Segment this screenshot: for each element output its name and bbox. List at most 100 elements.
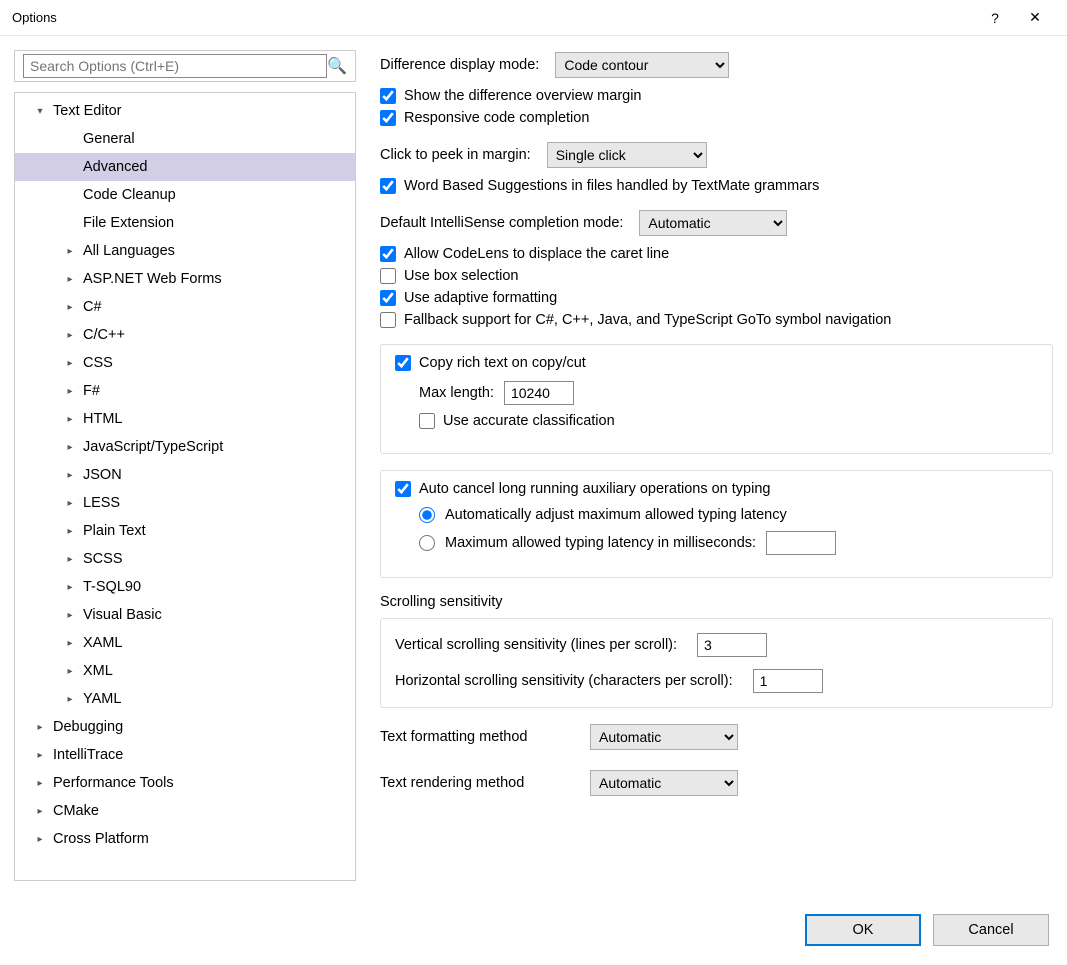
tree-item[interactable]: Advanced (15, 153, 355, 181)
tree-item-label: YAML (83, 691, 121, 707)
tree-item[interactable]: ▸ XML (15, 657, 355, 685)
latency-max-input[interactable] (766, 531, 836, 555)
box-selection-check[interactable] (380, 268, 396, 284)
box-selection-label: Use box selection (404, 268, 518, 284)
diff-mode-select[interactable]: Code contour (555, 52, 729, 78)
tree-item[interactable]: Code Cleanup (15, 181, 355, 209)
click-peek-select[interactable]: Single click (547, 142, 707, 168)
tree[interactable]: ▾Text Editor General AdvancedCode CleanupF… (15, 93, 355, 880)
adaptive-formatting-check[interactable] (380, 290, 396, 306)
search-input[interactable] (23, 54, 327, 78)
latency-max-radio[interactable] (419, 535, 435, 551)
tree-item[interactable]: ▸LESS (15, 489, 355, 517)
tree-item[interactable]: ▸CSS (15, 349, 355, 377)
expander-icon[interactable]: ▸ (63, 414, 77, 425)
tree-item[interactable]: ▸Plain Text (15, 517, 355, 545)
tree-item-label: HTML (83, 411, 122, 427)
tree-item[interactable]: ▸SCSS (15, 545, 355, 573)
max-length-input[interactable] (504, 381, 574, 405)
expander-icon[interactable]: ▸ (33, 834, 47, 845)
text-render-label: Text rendering method (380, 775, 574, 791)
tree-item[interactable]: ▸ Debugging (15, 713, 355, 741)
expander-icon[interactable]: ▸ (63, 638, 77, 649)
settings-panel: Difference display mode: Code contour Sh… (372, 50, 1053, 881)
tree-item-label: XML (83, 663, 113, 679)
tree-item-label: JavaScript/TypeScript (83, 439, 223, 455)
expander-icon[interactable]: ▸ (33, 750, 47, 761)
expander-icon[interactable]: ▸ (63, 582, 77, 593)
text-render-select[interactable]: Automatic (590, 770, 738, 796)
tree-item[interactable]: ▸Cross Platform (15, 825, 355, 853)
latency-auto-radio[interactable] (419, 507, 435, 523)
expander-icon[interactable]: ▸ (63, 694, 77, 705)
tree-item[interactable]: ▸T-SQL90 (15, 573, 355, 601)
tree-item-label: IntelliTrace (53, 747, 123, 763)
word-based-label: Word Based Suggestions in files handled … (404, 178, 819, 194)
show-diff-margin-check[interactable] (380, 88, 396, 104)
expander-icon[interactable]: ▸ (63, 554, 77, 565)
tree-item[interactable]: ▸F# (15, 377, 355, 405)
tree-item[interactable]: ▸ XAML (15, 629, 355, 657)
copy-rich-check[interactable] (395, 355, 411, 371)
expander-icon[interactable]: ▸ (63, 330, 77, 341)
ok-button[interactable]: OK (805, 914, 921, 946)
help-button[interactable]: ? (975, 10, 1015, 26)
tree-item-label: Debugging (53, 719, 123, 735)
intellisense-select[interactable]: Automatic (639, 210, 787, 236)
expander-icon[interactable]: ▸ (63, 246, 77, 257)
tree-item[interactable]: ▸ CMake (15, 797, 355, 825)
expander-icon[interactable]: ▸ (63, 610, 77, 621)
expander-icon[interactable]: ▸ (63, 498, 77, 509)
window-title: Options (12, 10, 975, 25)
tree-item[interactable]: ▸ ASP.NET Web Forms (15, 265, 355, 293)
tree-item[interactable]: ▸JSON (15, 461, 355, 489)
dialog-footer: OK Cancel (0, 895, 1067, 965)
auto-cancel-check[interactable] (395, 481, 411, 497)
expander-icon[interactable]: ▸ (33, 778, 47, 789)
fallback-check[interactable] (380, 312, 396, 328)
tree-item[interactable]: ▸ YAML (15, 685, 355, 713)
tree-item[interactable]: ▸ HTML (15, 405, 355, 433)
tree-item-label: General (83, 131, 135, 147)
expander-icon[interactable]: ▸ (63, 526, 77, 537)
tree-item[interactable]: ▸Performance Tools (15, 769, 355, 797)
search-box[interactable]: 🔍 (14, 50, 356, 82)
expander-icon[interactable]: ▸ (63, 386, 77, 397)
tree-item-label: CMake (53, 803, 99, 819)
horz-scroll-label: Horizontal scrolling sensitivity (charac… (395, 673, 733, 689)
cancel-button[interactable]: Cancel (933, 914, 1049, 946)
horz-scroll-input[interactable] (753, 669, 823, 693)
tree-item[interactable]: ▾Text Editor (15, 97, 355, 125)
tree-item[interactable]: ▸ IntelliTrace (15, 741, 355, 769)
tree-item[interactable]: ▸Visual Basic (15, 601, 355, 629)
auto-cancel-group: Auto cancel long running auxiliary opera… (380, 470, 1053, 578)
text-format-label: Text formatting method (380, 729, 574, 745)
latency-max-label: Maximum allowed typing latency in millis… (445, 535, 756, 551)
tree-item[interactable]: ▸ JavaScript/TypeScript (15, 433, 355, 461)
expander-icon[interactable]: ▸ (33, 806, 47, 817)
expander-icon[interactable]: ▸ (63, 470, 77, 481)
tree-item[interactable]: General (15, 125, 355, 153)
word-based-check[interactable] (380, 178, 396, 194)
tree-item-label: XAML (83, 635, 123, 651)
close-button[interactable]: ✕ (1015, 9, 1055, 26)
expander-icon[interactable]: ▸ (63, 442, 77, 453)
expander-icon[interactable]: ▸ (63, 302, 77, 313)
expander-icon[interactable]: ▸ (33, 722, 47, 733)
titlebar: Options ? ✕ (0, 0, 1067, 36)
expander-icon[interactable]: ▾ (33, 106, 47, 117)
expander-icon[interactable]: ▸ (63, 358, 77, 369)
fallback-label: Fallback support for C#, C++, Java, and … (404, 312, 891, 328)
responsive-completion-check[interactable] (380, 110, 396, 126)
tree-item-label: ASP.NET Web Forms (83, 271, 222, 287)
vert-scroll-input[interactable] (697, 633, 767, 657)
tree-item[interactable]: ▸C/C++ (15, 321, 355, 349)
codelens-check[interactable] (380, 246, 396, 262)
tree-item[interactable]: ▸All Languages (15, 237, 355, 265)
tree-item[interactable]: File Extension (15, 209, 355, 237)
expander-icon[interactable]: ▸ (63, 274, 77, 285)
expander-icon[interactable]: ▸ (63, 666, 77, 677)
text-format-select[interactable]: Automatic (590, 724, 738, 750)
tree-item[interactable]: ▸C# (15, 293, 355, 321)
accurate-classification-check[interactable] (419, 413, 435, 429)
